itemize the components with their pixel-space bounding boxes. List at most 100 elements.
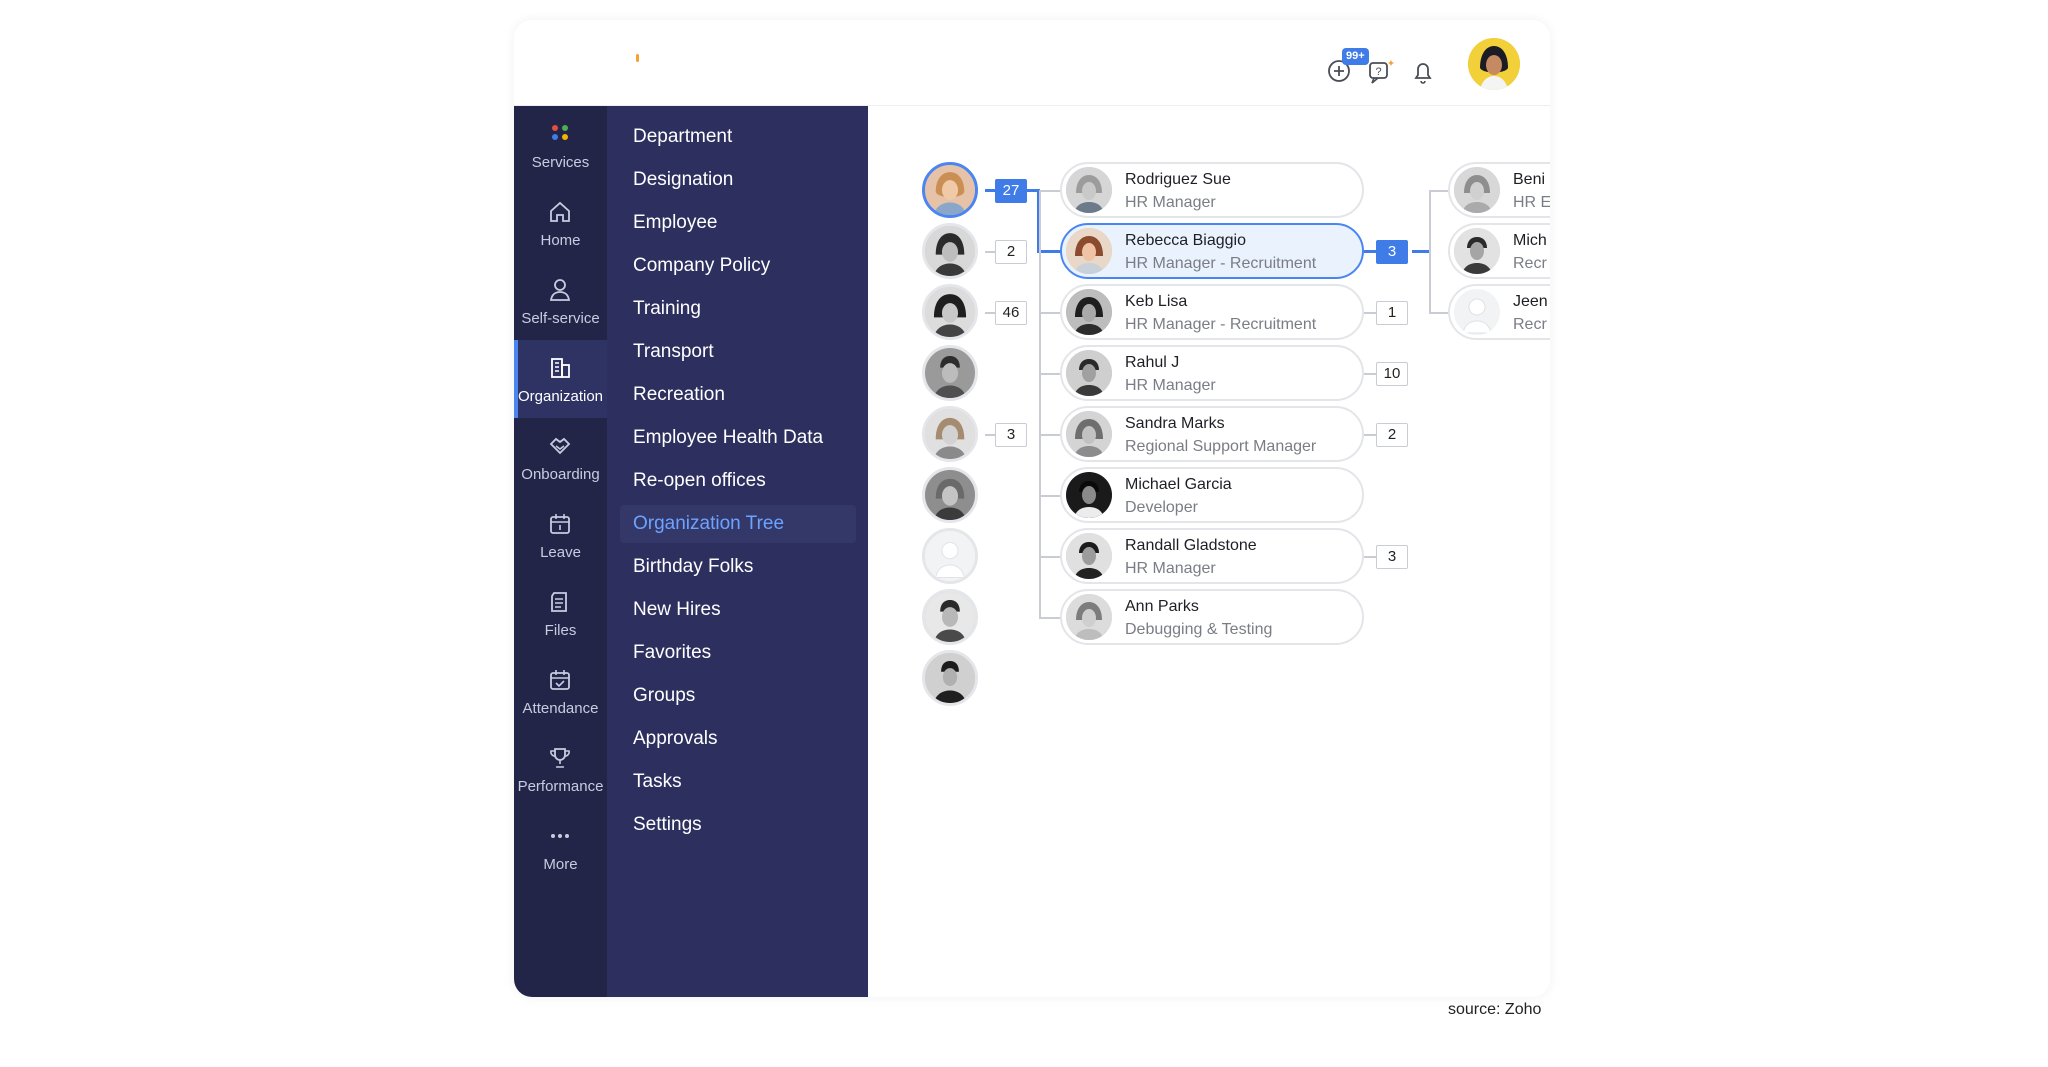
avatar (1066, 350, 1112, 396)
submenu-item-employee-health-data[interactable]: Employee Health Data (620, 419, 856, 457)
employee-card[interactable]: Keb Lisa HR Manager - Recruitment (1060, 284, 1364, 340)
employee-card[interactable]: Sandra Marks Regional Support Manager (1060, 406, 1364, 462)
rail-item-services[interactable]: Services (514, 106, 607, 184)
report-count-badge[interactable]: 27 (995, 179, 1027, 203)
avatar[interactable] (922, 284, 978, 340)
submenu-item-birthday-folks[interactable]: Birthday Folks (620, 548, 856, 586)
employee-name: Mich (1513, 232, 1547, 249)
connector-line (1429, 312, 1448, 314)
rail-item-attendance[interactable]: Attendance (514, 652, 607, 730)
avatar (1066, 289, 1112, 335)
connector-line (1364, 250, 1376, 253)
submenu-item-training[interactable]: Training (620, 290, 856, 328)
app-window: ? 99+ Services Home Self-service Organiz… (514, 20, 1550, 997)
employee-role: HR Manager (1125, 194, 1216, 211)
rail-label: Organization (517, 388, 604, 405)
submenu-item-settings[interactable]: Settings (620, 806, 856, 844)
employee-name: Jeen (1513, 293, 1548, 310)
bell-icon[interactable] (1406, 54, 1440, 88)
report-count-badge[interactable]: 2 (1376, 423, 1408, 447)
employee-card[interactable]: Randall Gladstone HR Manager (1060, 528, 1364, 584)
submenu-item-tasks[interactable]: Tasks (620, 763, 856, 801)
employee-card[interactable]: Jeen Recr (1448, 284, 1550, 340)
rail-item-onboarding[interactable]: Onboarding (514, 418, 607, 496)
building-icon (546, 354, 574, 382)
employee-role: HR Manager - Recruitment (1125, 255, 1317, 272)
submenu-item-designation[interactable]: Designation (620, 161, 856, 199)
handshake-icon (546, 432, 574, 460)
employee-role: Regional Support Manager (1125, 438, 1317, 455)
avatar[interactable] (922, 650, 978, 706)
avatar[interactable] (922, 589, 978, 645)
connector-line (1429, 190, 1431, 314)
avatar (1066, 594, 1112, 640)
submenu-item-employee[interactable]: Employee (620, 204, 856, 242)
user-avatar[interactable] (1468, 38, 1520, 90)
rail-item-more[interactable]: More (514, 808, 607, 886)
avatar[interactable] (922, 345, 978, 401)
rail-item-home[interactable]: Home (514, 184, 607, 262)
trophy-icon (546, 744, 574, 772)
help-sparkle-icon[interactable]: ? (1364, 54, 1398, 88)
submenu-item-transport[interactable]: Transport (620, 333, 856, 371)
rail-item-performance[interactable]: Performance (514, 730, 607, 808)
report-count-badge[interactable]: 2 (995, 240, 1027, 264)
employee-card[interactable]: Rodriguez Sue HR Manager (1060, 162, 1364, 218)
calendar-icon (546, 510, 574, 538)
rail-label: Files (544, 622, 577, 639)
notification-badge: 99+ (1342, 48, 1369, 65)
rail-label: Attendance (522, 700, 599, 717)
svg-text:?: ? (1376, 66, 1382, 78)
employee-role: Recr (1513, 316, 1547, 333)
avatar[interactable] (922, 467, 978, 523)
employee-card[interactable]: Beni HR E (1448, 162, 1550, 218)
rail-item-files[interactable]: Files (514, 574, 607, 652)
submenu-item-approvals[interactable]: Approvals (620, 720, 856, 758)
connector-line (985, 434, 995, 436)
connector-line (1039, 312, 1061, 314)
report-count-badge[interactable]: 3 (995, 423, 1027, 447)
employee-card[interactable]: Michael Garcia Developer (1060, 467, 1364, 523)
rail-item-leave[interactable]: Leave (514, 496, 607, 574)
employee-card[interactable]: Rahul J HR Manager (1060, 345, 1364, 401)
report-count-badge[interactable]: 46 (995, 301, 1027, 325)
employee-role: Recr (1513, 255, 1547, 272)
employee-role: Debugging & Testing (1125, 621, 1273, 638)
rail-item-organization[interactable]: Organization (514, 340, 607, 418)
employee-role: HR Manager (1125, 560, 1216, 577)
avatar[interactable] (922, 406, 978, 462)
submenu-item-groups[interactable]: Groups (620, 677, 856, 715)
employee-card-selected[interactable]: Rebecca Biaggio HR Manager - Recruitment (1060, 223, 1364, 279)
employee-name: Keb Lisa (1125, 293, 1188, 310)
avatar[interactable] (922, 162, 978, 218)
submenu-item-company-policy[interactable]: Company Policy (620, 247, 856, 285)
report-count-badge[interactable]: 10 (1376, 362, 1408, 386)
organization-submenu: Department Designation Employee Company … (607, 106, 868, 997)
source-caption: source: Zoho (1448, 1001, 1542, 1018)
rail-label: Services (531, 154, 590, 171)
submenu-item-reopen-offices[interactable]: Re-open offices (620, 462, 856, 500)
rail-label: Leave (540, 544, 581, 561)
avatar-placeholder[interactable] (922, 528, 978, 584)
report-count-badge[interactable]: 1 (1376, 301, 1408, 325)
submenu-item-department[interactable]: Department (620, 118, 856, 156)
avatar[interactable] (922, 223, 978, 279)
connector-line (1412, 250, 1430, 253)
employee-role: HR E (1513, 194, 1550, 211)
employee-name: Michael Garcia (1125, 476, 1232, 493)
connector-line (985, 189, 995, 192)
logo-mark (636, 54, 639, 62)
submenu-item-organization-tree[interactable]: Organization Tree (620, 505, 856, 543)
employee-card[interactable]: Ann Parks Debugging & Testing (1060, 589, 1364, 645)
report-count-badge[interactable]: 3 (1376, 545, 1408, 569)
submenu-item-new-hires[interactable]: New Hires (620, 591, 856, 629)
connector-line (985, 251, 995, 253)
report-count-badge[interactable]: 3 (1376, 240, 1408, 264)
rail-label: Self-service (521, 310, 600, 327)
avatar (1066, 533, 1112, 579)
rail-item-self-service[interactable]: Self-service (514, 262, 607, 340)
employee-card[interactable]: Mich Recr (1448, 223, 1550, 279)
submenu-item-favorites[interactable]: Favorites (620, 634, 856, 672)
submenu-item-recreation[interactable]: Recreation (620, 376, 856, 414)
employee-name: Ann Parks (1125, 598, 1199, 615)
